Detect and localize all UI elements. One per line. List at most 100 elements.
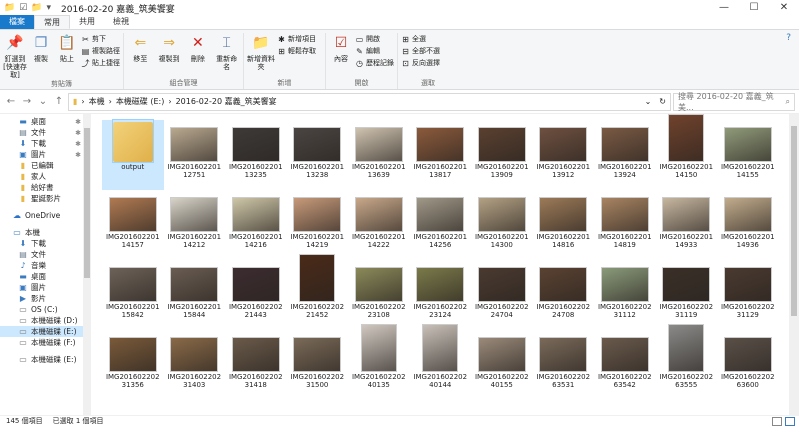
nav-item[interactable]: ▭ OS (C:) [0,304,91,315]
forward-button[interactable]: → [20,96,34,107]
file-item[interactable]: IMG201602201 14300 [471,190,533,260]
folder-item[interactable]: output [102,119,164,190]
file-item[interactable]: IMG201602202 31112 [594,260,656,330]
move-to-button[interactable]: ⇐ 移至 [127,33,154,78]
select-none-button[interactable]: ⊟ 全部不選 [401,46,440,56]
file-item[interactable]: IMG201602201 13912 [533,120,595,190]
file-item[interactable]: IMG201602201 13909 [471,120,533,190]
pin-icon[interactable]: ✱ [75,118,81,126]
delete-button[interactable]: ✕ 刪除 [185,33,212,78]
easy-access-button[interactable]: ⊞ 輕鬆存取 [277,46,316,56]
close-button[interactable]: ✕ [769,0,799,16]
nav-item[interactable]: ▬ 桌面 [0,271,91,282]
copy-to-button[interactable]: ⇒ 複製到 [156,33,183,78]
folder-icon[interactable]: 📁 [31,3,42,13]
file-item[interactable]: IMG201602201 14936 [717,190,779,260]
recent-dropdown-button[interactable]: ⌄ [36,96,50,107]
open-button[interactable]: ▭ 開啟 [355,34,394,44]
nav-item[interactable]: ▭ 本機磁碟 (E:) [0,326,91,337]
file-item[interactable]: IMG201602202 40135 [348,324,410,400]
scrollbar-thumb[interactable] [791,126,797,316]
search-input[interactable]: 搜尋 2016-02-20 嘉義_筑美... ⌕ [673,92,795,112]
pin-quick-access-button[interactable]: 📌 釘選到[快速存取] [3,33,27,79]
edit-button[interactable]: ✎ 編輯 [355,46,394,56]
nav-item[interactable]: ▭ 本機磁碟 (F:) [0,337,91,348]
check-icon[interactable]: ☑ [19,3,27,13]
file-item[interactable]: IMG201602201 14933 [656,190,718,260]
file-item[interactable]: IMG201602202 31403 [164,330,226,400]
nav-item[interactable]: ▶ 影片 [0,293,91,304]
breadcrumb-pc[interactable]: 本機 [89,96,105,107]
paste-button[interactable]: 📋 貼上 [55,33,79,79]
scrollbar-thumb[interactable] [84,128,90,278]
file-item[interactable]: IMG201602202 31500 [287,330,349,400]
select-all-button[interactable]: ⊞ 全選 [401,34,440,44]
file-item[interactable]: IMG201602201 14155 [717,120,779,190]
file-item[interactable]: IMG201602201 13817 [410,120,472,190]
dropdown-icon[interactable]: ▾ [47,3,52,13]
minimize-button[interactable]: — [709,0,739,16]
invert-selection-button[interactable]: ⊡ 反向選擇 [401,58,440,68]
file-item[interactable]: IMG201602202 63555 [656,324,718,400]
file-item[interactable]: IMG201602201 14819 [594,190,656,260]
tab-home[interactable]: 常用 [34,15,70,29]
cut-button[interactable]: ✂ 剪下 [81,34,120,44]
file-item[interactable]: IMG201602202 63531 [533,330,595,400]
nav-item[interactable]: ▭ 本機磁碟 (D:) [0,315,91,326]
pin-icon[interactable]: ✱ [75,151,81,159]
nav-item[interactable]: ▮ 家人 [0,171,91,182]
file-item[interactable]: IMG201602202 40144 [410,324,472,400]
file-item[interactable]: IMG201602202 63542 [594,330,656,400]
large-icons-view-icon[interactable] [785,416,795,426]
refresh-icon[interactable]: ↻ [659,97,670,106]
file-item[interactable]: IMG201602201 14222 [348,190,410,260]
nav-item[interactable]: ▣ 圖片 [0,282,91,293]
nav-item[interactable]: ☁ OneDrive [0,210,91,221]
breadcrumb-drive[interactable]: 本機磁碟 (E:) [116,96,165,107]
nav-item[interactable]: ▮ 聖誕影片 [0,193,91,204]
file-item[interactable]: IMG201602201 14219 [287,190,349,260]
details-view-icon[interactable] [772,416,782,426]
file-item[interactable]: IMG201602201 13238 [287,120,349,190]
help-icon[interactable]: ? [786,33,799,89]
file-item[interactable]: IMG201602201 14157 [102,190,164,260]
chevron-down-icon[interactable]: ⌄ [645,97,656,106]
file-item[interactable]: IMG201602201 13235 [225,120,287,190]
tab-share[interactable]: 共用 [70,15,104,29]
nav-item[interactable]: ⬇ 下載 [0,238,91,249]
paste-shortcut-button[interactable]: ⤴ 貼上捷徑 [81,58,121,68]
file-item[interactable]: IMG201602201 14212 [164,190,226,260]
file-item[interactable]: IMG201602202 63600 [717,330,779,400]
pin-icon[interactable]: ✱ [75,140,81,148]
file-item[interactable]: IMG201602202 23108 [348,260,410,330]
file-item[interactable]: IMG201602202 31119 [656,260,718,330]
nav-item[interactable]: ♪ 音樂 [0,260,91,271]
file-item[interactable]: IMG201602201 13639 [348,120,410,190]
file-item[interactable]: IMG201602202 40155 [471,330,533,400]
file-item[interactable]: IMG201602201 13924 [594,120,656,190]
nav-item[interactable]: ▮ 給好書 [0,182,91,193]
history-button[interactable]: ◷ 歷程記錄 [355,58,394,68]
nav-item[interactable]: ▬ 桌面 ✱ [0,116,91,127]
file-item[interactable]: IMG201602201 15842 [102,260,164,330]
file-item[interactable]: IMG201602202 24704 [471,260,533,330]
nav-scrollbar[interactable] [83,114,91,415]
tab-file[interactable]: 檔案 [0,15,34,29]
new-folder-button[interactable]: 📁 新增資料夾 [247,33,275,78]
nav-item[interactable]: ▣ 圖片 ✱ [0,149,91,160]
vertical-scrollbar[interactable] [789,114,799,415]
copy-path-button[interactable]: ▤ 複製路徑 [81,46,120,56]
nav-item[interactable]: ▤ 文件 [0,249,91,260]
file-item[interactable]: IMG201602201 14216 [225,190,287,260]
file-item[interactable]: IMG201602201 14150 [656,114,718,190]
file-item[interactable]: IMG201602202 23124 [410,260,472,330]
file-item[interactable]: IMG201602202 31356 [102,330,164,400]
file-item[interactable]: IMG201602202 21452 [287,254,349,330]
nav-item[interactable]: ▮ 已編輯 [0,160,91,171]
file-item[interactable]: IMG201602201 14816 [533,190,595,260]
address-bar[interactable]: ▮ › 本機 › 本機磁碟 (E:) › 2016-02-20 嘉義_筑美饗宴 … [68,92,671,111]
file-item[interactable]: IMG201602202 31129 [717,260,779,330]
copy-button[interactable]: ❐ 複製 [29,33,53,79]
pin-icon[interactable]: ✱ [75,129,81,137]
file-item[interactable]: IMG201602201 15844 [164,260,226,330]
